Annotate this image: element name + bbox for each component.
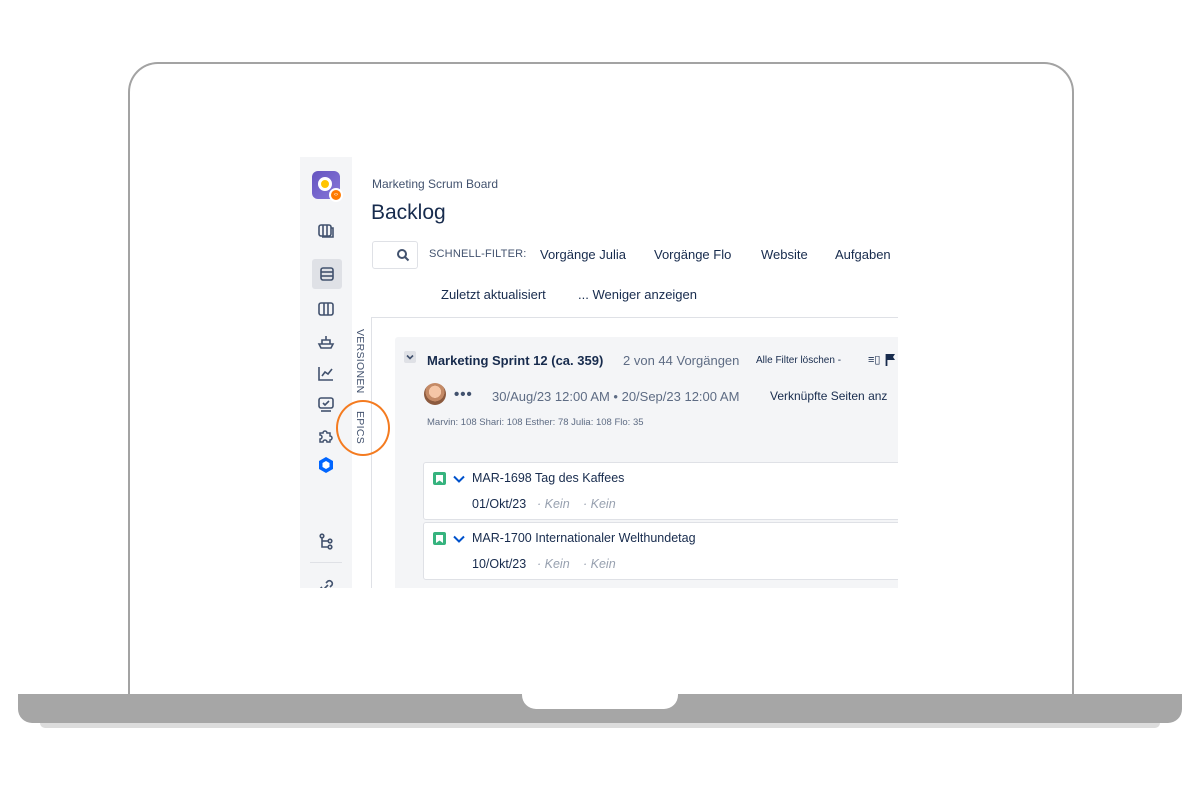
jira-screen: ‹› Marketing Scrum Board Backlog SCHNELL…: [300, 157, 898, 588]
quick-filter-recently-updated[interactable]: Zuletzt aktualisiert: [441, 287, 546, 302]
active-sprints-icon[interactable]: [314, 297, 338, 321]
rail-separator: [310, 562, 342, 563]
tree-icon[interactable]: [314, 529, 338, 553]
backlog-icon[interactable]: [312, 259, 342, 289]
sprint-collapse-chevron-icon[interactable]: [404, 351, 416, 363]
add-ons-icon[interactable]: [314, 423, 338, 447]
issues-icon[interactable]: [314, 393, 338, 417]
releases-icon[interactable]: [314, 329, 338, 353]
sprint-issue-count: 2 von 44 Vorgängen: [623, 353, 740, 368]
quick-filter-show-less[interactable]: ... Weniger anzeigen: [578, 287, 697, 302]
story-icon: [433, 532, 446, 545]
breadcrumb[interactable]: Marketing Scrum Board: [372, 177, 498, 191]
epics-highlight-ring: [336, 400, 390, 456]
issue-title: Tag des Kaffees: [535, 471, 625, 485]
quick-filter-aufgaben[interactable]: Aufgaben: [835, 247, 891, 262]
quick-filter-label: SCHNELL-FILTER:: [429, 248, 527, 260]
app-logo-badge: ‹›: [329, 188, 343, 202]
issue-title: Internationaler Welthundetag: [535, 531, 696, 545]
sidebar-rail: ‹›: [300, 157, 352, 588]
link-icon[interactable]: [314, 575, 338, 588]
issue-key: MAR-1698: [472, 471, 532, 485]
more-options-icon[interactable]: •••: [454, 386, 473, 403]
story-icon: [433, 472, 446, 485]
page-title: Backlog: [371, 201, 446, 224]
priority-low-icon: [453, 535, 465, 543]
issue-meta-2: · Kein: [583, 497, 616, 511]
laptop-base-shadow: [40, 723, 1160, 728]
avatar[interactable]: [424, 383, 446, 405]
search-input[interactable]: [372, 241, 418, 269]
header-divider: [352, 317, 898, 318]
flag-icon[interactable]: [885, 353, 896, 366]
issue-card[interactable]: MAR-1700 Internationaler Welthundetag 10…: [423, 522, 898, 580]
reports-icon[interactable]: [314, 361, 338, 385]
issue-card[interactable]: MAR-1698 Tag des Kaffees 01/Okt/23 · Kei…: [423, 462, 898, 520]
sprint-dates: 30/Aug/23 12:00 AM • 20/Sep/23 12:00 AM: [492, 389, 740, 404]
issue-due-date: 01/Okt/23: [472, 497, 527, 511]
app-logo[interactable]: ‹›: [312, 171, 343, 202]
issue-meta-1: · Kein: [537, 557, 570, 571]
tab-versions[interactable]: VERSIONEN: [354, 329, 366, 394]
linked-pages-link[interactable]: Verknüpfte Seiten anz: [770, 389, 887, 403]
quick-filter-vorgaenge-julia[interactable]: Vorgänge Julia: [540, 247, 626, 262]
sprint-view-toggle-icon[interactable]: ≡▯: [868, 353, 880, 366]
app-logo-ring: [318, 177, 332, 191]
laptop-notch: [522, 694, 678, 709]
priority-low-icon: [453, 475, 465, 483]
search-icon: [397, 249, 410, 262]
app-cube-icon[interactable]: [314, 453, 338, 477]
quick-filter-vorgaenge-flo[interactable]: Vorgänge Flo: [654, 247, 731, 262]
issue-key: MAR-1700: [472, 531, 532, 545]
assignee-stats: Marvin: 108 Shari: 108 Esther: 78 Julia:…: [427, 417, 644, 428]
issue-meta-2: · Kein: [583, 557, 616, 571]
clear-filters-link[interactable]: Alle Filter löschen -: [756, 355, 841, 366]
issue-due-date: 10/Okt/23: [472, 557, 527, 571]
issue-key-title[interactable]: MAR-1698 Tag des Kaffees: [472, 471, 624, 485]
board-icon[interactable]: [314, 219, 338, 243]
quick-filter-website[interactable]: Website: [761, 247, 808, 262]
issue-key-title[interactable]: MAR-1700 Internationaler Welthundetag: [472, 531, 696, 545]
sprint-name[interactable]: Marketing Sprint 12 (ca. 359): [427, 353, 603, 368]
issue-meta-1: · Kein: [537, 497, 570, 511]
